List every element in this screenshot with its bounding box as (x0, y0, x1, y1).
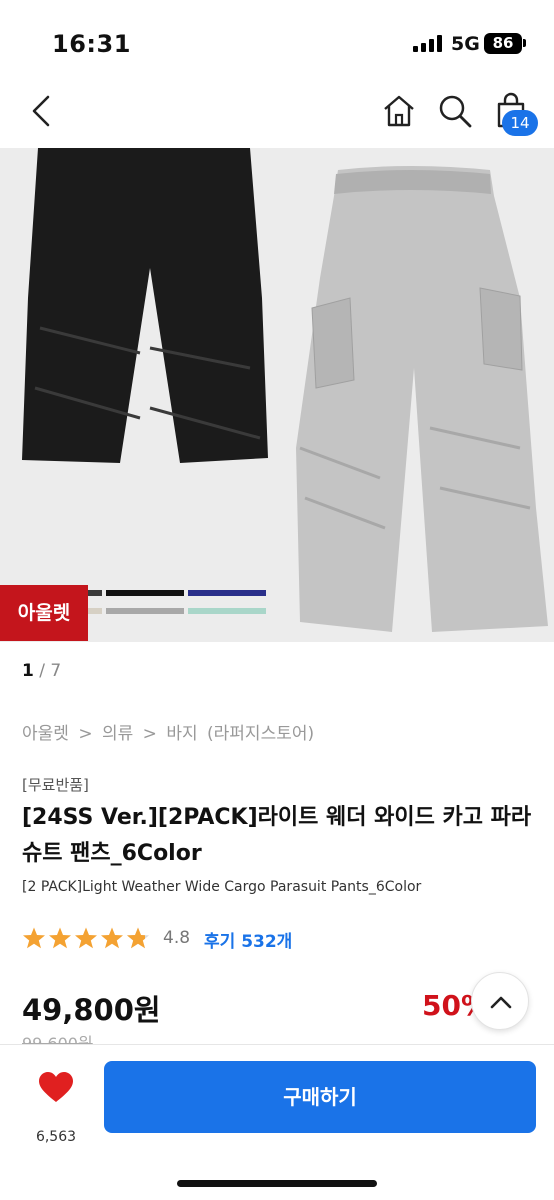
swatch (106, 608, 184, 614)
top-nav: 14 (0, 80, 554, 148)
review-count-link[interactable]: 후기 532개 (204, 927, 292, 952)
pager-total: 7 (50, 661, 62, 681)
breadcrumb-brand[interactable]: (라퍼지스토어) (207, 724, 314, 744)
free-return-label: [무료반품] (22, 776, 89, 794)
image-pager: 1 / 7 (22, 661, 61, 681)
signal-icon (413, 35, 443, 52)
breadcrumb-clothing[interactable]: 의류 (102, 724, 133, 744)
original-price: 99,600원 (22, 1034, 93, 1044)
network-type: 5G (451, 33, 480, 55)
color-swatches (86, 590, 266, 614)
star-rating-icon (23, 927, 149, 949)
pager-separator: / (33, 661, 51, 681)
chevron-left-icon[interactable] (26, 94, 58, 128)
like-count: 6,563 (35, 1129, 77, 1145)
home-icon[interactable] (380, 92, 418, 130)
product-title: [24SS Ver.][2PACK]라이트 웨더 와이드 카고 파라슈트 팬츠_… (22, 805, 532, 866)
breadcrumb: 아울렛 > 의류 > 바지 (라퍼지스토어) (22, 719, 318, 744)
home-indicator (177, 1180, 377, 1187)
rating-row: 4.8 후기 532개 (22, 925, 422, 952)
product-image[interactable] (0, 148, 554, 642)
scroll-top-button[interactable] (471, 972, 529, 1030)
battery-tip (523, 39, 526, 47)
breadcrumb-outlet[interactable]: 아울렛 (22, 724, 69, 744)
status-bar: 16:31 5G 86 (0, 0, 554, 80)
like-button[interactable]: 6,563 (28, 1067, 84, 1147)
sale-price: 49,800원 (22, 993, 161, 1027)
product-subtitle: [2 PACK]Light Weather Wide Cargo Parasui… (22, 879, 422, 895)
swatch (86, 590, 102, 596)
status-time: 16:31 (52, 30, 131, 58)
swatch (86, 608, 102, 614)
swatch (188, 608, 266, 614)
breadcrumb-pants[interactable]: 바지 (166, 724, 197, 744)
breadcrumb-separator: > (78, 724, 93, 744)
battery-icon: 86 (484, 33, 522, 54)
buy-button[interactable]: 구매하기 (104, 1061, 536, 1133)
pager-current: 1 (22, 661, 34, 681)
swatch (188, 590, 266, 596)
chevron-up-icon (490, 996, 512, 1009)
outlet-badge: 아울렛 (0, 585, 88, 641)
swatch (106, 590, 184, 596)
breadcrumb-separator: > (142, 724, 157, 744)
bottom-action-bar: 6,563 구매하기 (0, 1044, 554, 1200)
cart-count-badge: 14 (502, 110, 538, 136)
search-icon[interactable] (436, 92, 474, 130)
rating-value: 4.8 (163, 928, 191, 948)
heart-icon (39, 1072, 73, 1102)
